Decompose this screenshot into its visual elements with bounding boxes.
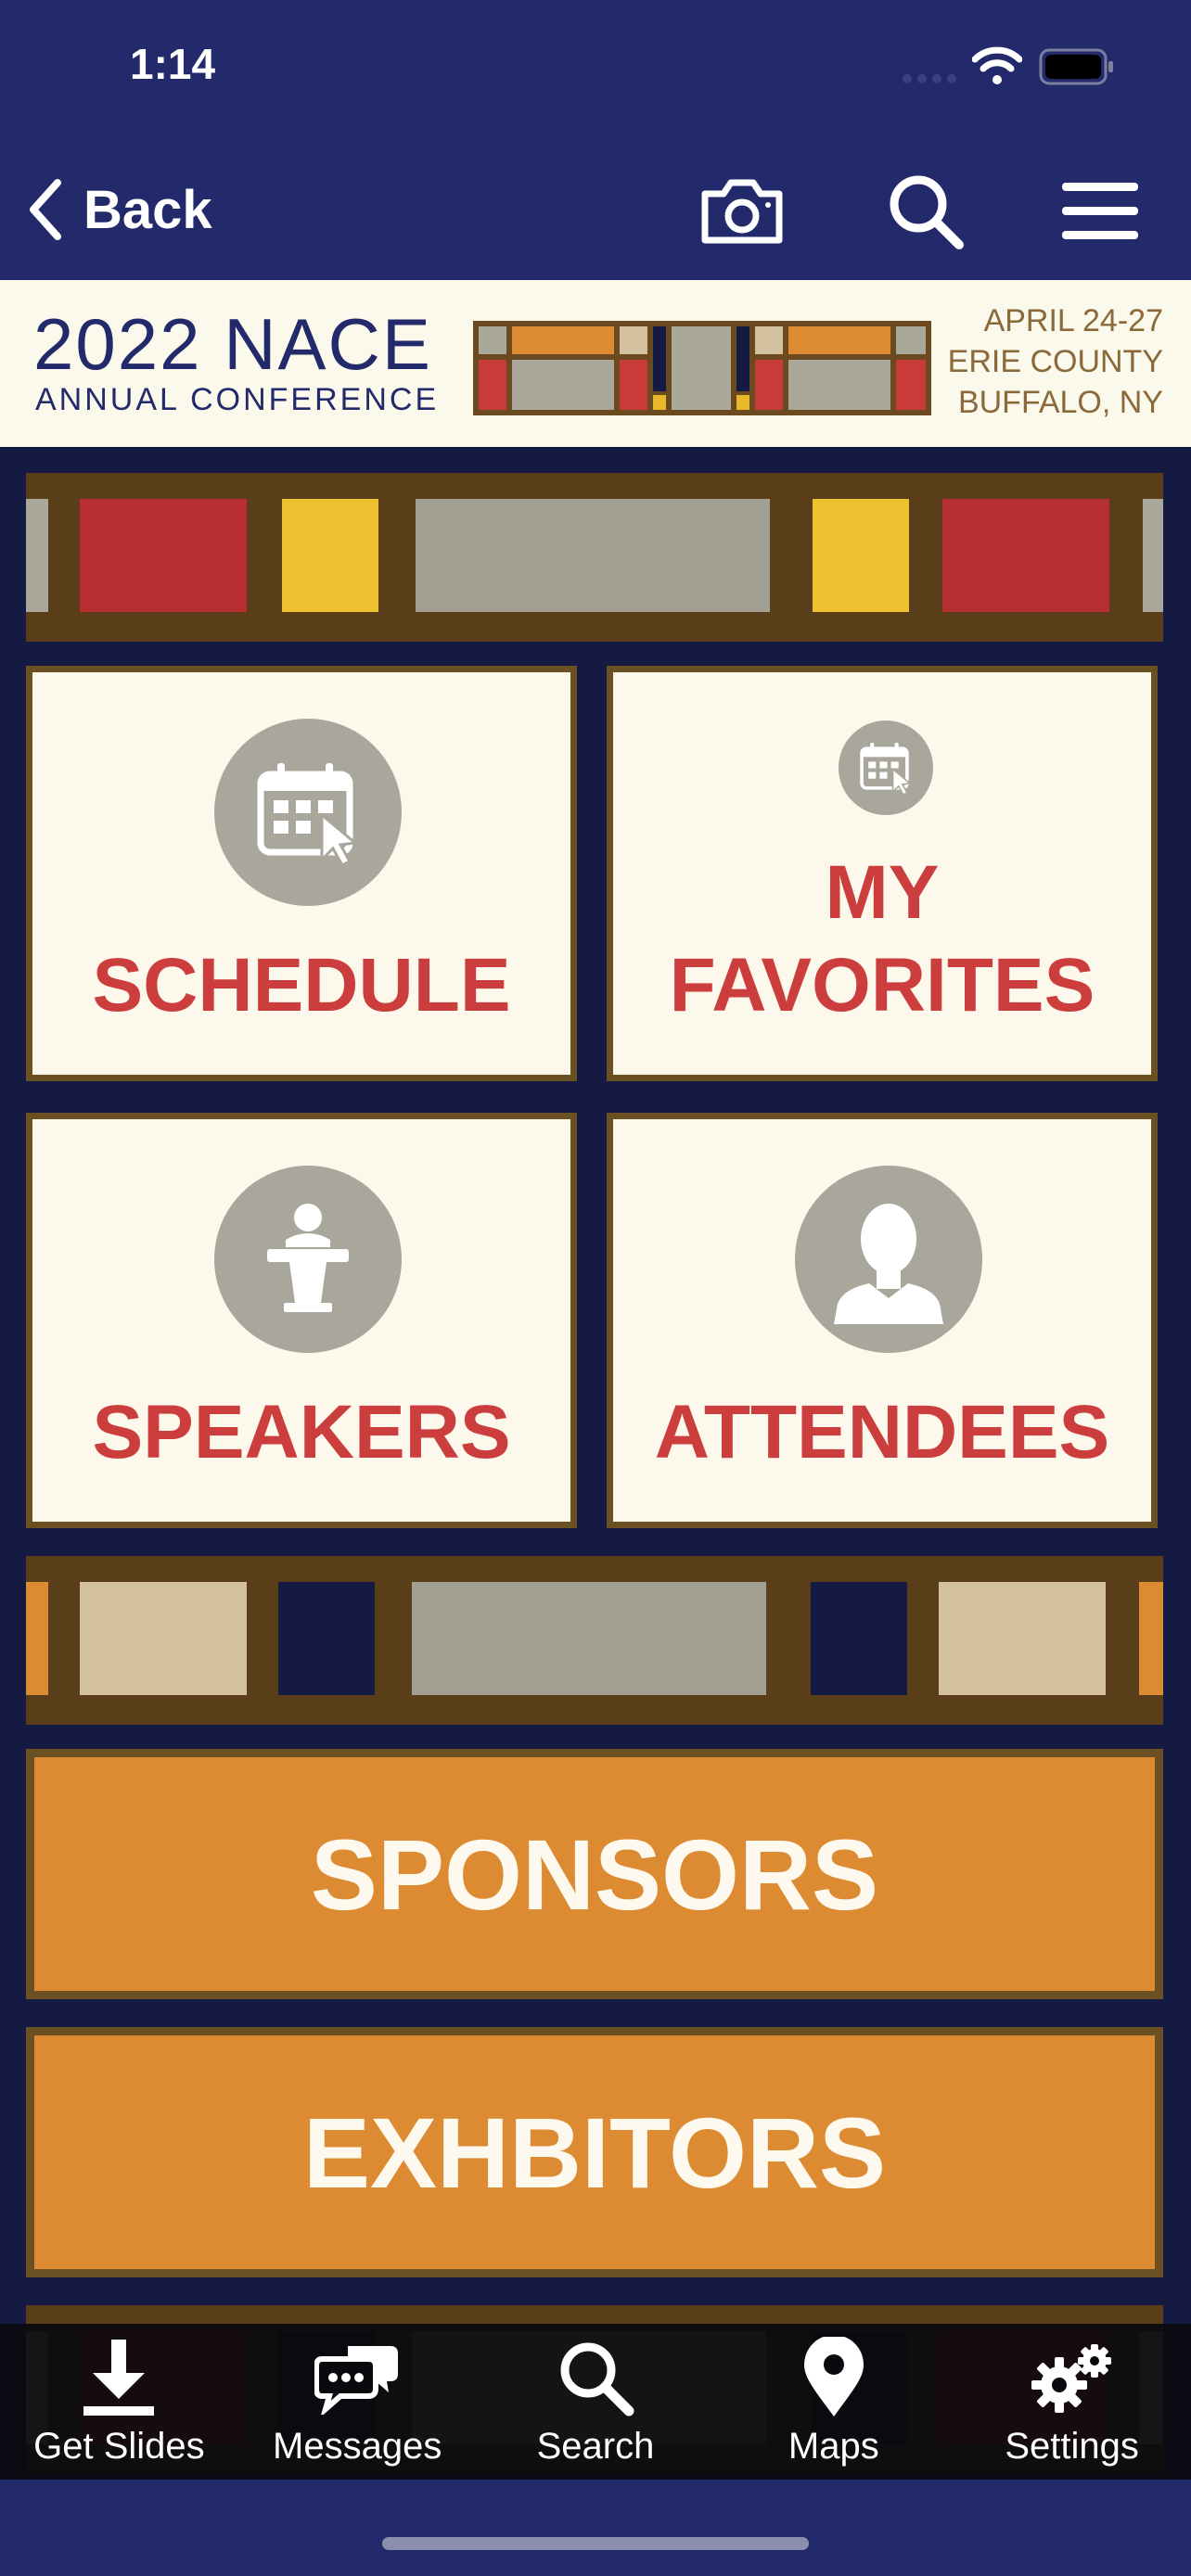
exhibitors-button[interactable]: EXHBITORS: [26, 2027, 1163, 2277]
podium-speaker-icon: [267, 1204, 349, 1312]
navigation-bar: Back: [0, 139, 1191, 280]
tab-search-label: Search: [536, 2426, 655, 2467]
gears-icon: [1031, 2344, 1111, 2413]
chevron-left-icon: [30, 179, 61, 240]
person-silhouette-icon: [834, 1204, 943, 1324]
tab-get-slides[interactable]: Get Slides: [0, 2324, 238, 2480]
speakers-tile[interactable]: SPEAKERS: [26, 1113, 577, 1528]
banner-location-county: ERIE COUNTY: [947, 344, 1163, 379]
camera-icon: [701, 179, 783, 244]
schedule-label: SCHEDULE: [92, 943, 511, 1027]
tab-maps-label: Maps: [788, 2426, 879, 2467]
banner-title: 2022 NACE: [33, 303, 432, 385]
status-time: 1:14: [130, 40, 216, 88]
decorative-strip-middle: [26, 1556, 1163, 1725]
speakers-label: SPEAKERS: [92, 1390, 511, 1474]
search-button[interactable]: [881, 167, 970, 256]
banner-decorative-pattern: [473, 321, 931, 415]
my-favorites-label-line1: MY: [825, 850, 940, 935]
tab-settings-label: Settings: [1005, 2426, 1139, 2467]
attendees-label: ATTENDEES: [654, 1390, 1110, 1474]
favorites-icon-circle: [839, 721, 933, 815]
schedule-tile[interactable]: SCHEDULE: [26, 666, 577, 1081]
tab-maps[interactable]: Maps: [714, 2324, 953, 2480]
back-button[interactable]: Back: [26, 172, 212, 247]
chat-bubbles-icon: [314, 2346, 399, 2415]
search-icon: [560, 2342, 634, 2417]
exhibitors-label: EXHBITORS: [302, 2096, 887, 2209]
attendees-tile[interactable]: ATTENDEES: [607, 1113, 1158, 1528]
calendar-icon: [860, 743, 912, 796]
attendees-icon-circle: [795, 1166, 982, 1353]
cellular-signal-icon: [903, 74, 956, 83]
hamburger-menu-icon: [1062, 183, 1138, 239]
decorative-strip-top: [26, 473, 1163, 642]
wifi-icon: [972, 46, 1022, 84]
tab-messages[interactable]: Messages: [238, 2324, 477, 2480]
banner-date: APRIL 24-27: [983, 303, 1163, 338]
banner-event-info: APRIL 24-27 ERIE COUNTY BUFFALO, NY: [948, 300, 1163, 423]
schedule-icon-circle: [214, 719, 402, 906]
conference-banner: 2022 NACE ANNUAL CONFERENCE APRIL 24-27 …: [0, 280, 1191, 447]
download-icon: [83, 2340, 155, 2416]
banner-subtitle: ANNUAL CONFERENCE: [35, 382, 440, 417]
back-label: Back: [83, 179, 212, 240]
search-icon: [890, 175, 964, 249]
tab-search[interactable]: Search: [477, 2324, 715, 2480]
map-pin-icon: [803, 2337, 864, 2417]
battery-icon: [1039, 48, 1113, 85]
sponsors-label: SPONSORS: [310, 1817, 879, 1931]
tab-get-slides-label: Get Slides: [33, 2426, 205, 2467]
calendar-icon: [257, 763, 359, 867]
home-indicator[interactable]: [382, 2537, 809, 2550]
banner-location-city: BUFFALO, NY: [957, 385, 1163, 420]
tab-messages-label: Messages: [273, 2426, 442, 2467]
home-grid: SCHEDULE MY FAVORITES SPEAKERS ATTENDEES…: [0, 447, 1191, 2474]
menu-button[interactable]: [1056, 167, 1145, 256]
tab-settings[interactable]: Settings: [953, 2324, 1191, 2480]
sponsors-button[interactable]: SPONSORS: [26, 1749, 1163, 1999]
home-indicator-area: [0, 2480, 1191, 2576]
speakers-icon-circle: [214, 1166, 402, 1353]
my-favorites-label-line2: FAVORITES: [669, 943, 1095, 1027]
bottom-tab-bar: Get Slides Messages Search Maps Settings: [0, 2324, 1191, 2480]
status-bar: 1:14: [0, 0, 1191, 139]
my-favorites-tile[interactable]: MY FAVORITES: [607, 666, 1158, 1081]
camera-button[interactable]: [698, 167, 787, 256]
